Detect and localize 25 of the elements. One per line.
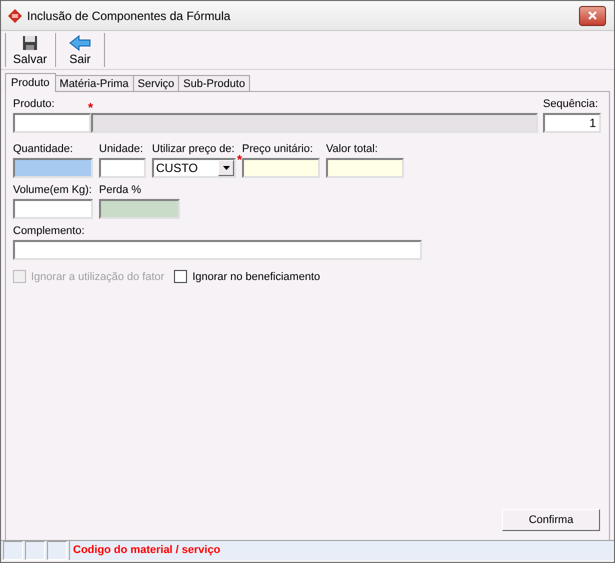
tab[interactable]: Serviço [132, 75, 180, 92]
exit-button[interactable]: Sair [55, 33, 105, 67]
save-button[interactable]: Salvar [5, 33, 55, 67]
field-label: Complemento: [13, 225, 85, 239]
required-marker: * [236, 153, 242, 166]
field-label: Perda % [99, 184, 142, 198]
field-label: Produto: [13, 98, 55, 112]
checkbox-label: Ignorar no beneficiamento [192, 270, 320, 282]
field-label: Quantidade: [13, 143, 73, 157]
checkbox-label: Ignorar a utilização do fator [31, 270, 164, 282]
tab[interactable]: Matéria-Prima [54, 75, 134, 92]
tab[interactable]: Produto [5, 73, 56, 92]
confirm-button[interactable]: Confirma [502, 509, 600, 531]
field-label: Preço unitário: [242, 143, 313, 157]
field-label: Utilizar preço de: [152, 143, 235, 157]
field-label: Volume(em Kg): [13, 184, 92, 198]
required-marker: * [88, 101, 94, 114]
sequence-field[interactable]: 1 [543, 113, 601, 133]
tab[interactable]: Sub-Produto [178, 75, 250, 92]
field-label: Sequência: [543, 98, 598, 112]
field-label: Unidade: [99, 143, 144, 157]
status-message: Codigo do material / serviço [69, 541, 612, 560]
price-source-dropdown[interactable]: CUSTO [152, 158, 236, 178]
window-title: Inclusão de Componentes da Fórmula [27, 8, 232, 22]
field-label: Valor total: [326, 143, 378, 157]
